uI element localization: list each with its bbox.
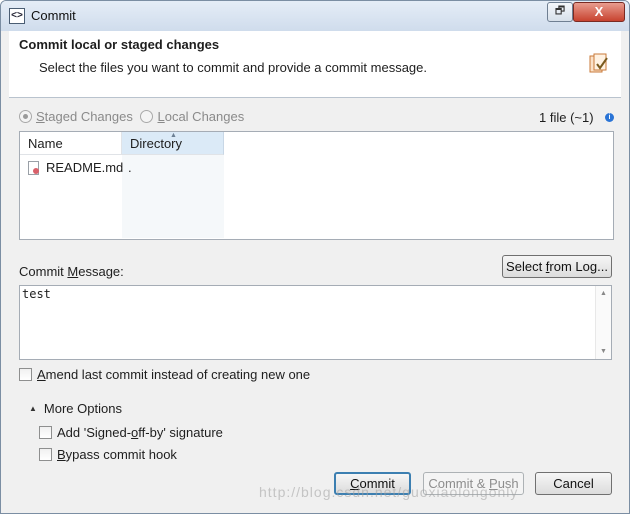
watermark-text: http://blog.csdn.net/guoxiaolongonly [259, 484, 519, 500]
file-name-cell: README.md [46, 160, 124, 175]
column-header-name[interactable]: Name [20, 132, 122, 155]
changed-files-table: Name ▲ Directory README.md . [19, 131, 614, 240]
signed-off-checkbox[interactable]: Add 'Signed-off-by' signature [39, 425, 223, 440]
more-options-label: More Options [43, 401, 122, 416]
dialog-header: Commit local or staged changes Select th… [9, 31, 621, 98]
commit-message-label: Commit Message: [19, 264, 124, 279]
staged-changes-radio[interactable]: Staged Changes [19, 109, 133, 124]
amend-label: Amend last commit instead of creating ne… [37, 367, 311, 382]
commit-banner-icon [589, 53, 608, 73]
file-count: 1 file (~1) [539, 110, 594, 125]
signed-off-label: Add 'Signed-off-by' signature [57, 425, 223, 440]
message-scrollbar[interactable]: ▲ ▼ [595, 286, 611, 359]
commit-message-input[interactable]: test ▲ ▼ [19, 285, 612, 360]
change-source-selector: Staged Changes Local Changes [19, 109, 248, 126]
commit-dialog: <> Commit 🗗 X Commit local or staged cha… [0, 0, 630, 514]
checkbox-unchecked-icon [39, 448, 52, 461]
local-changes-radio[interactable]: Local Changes [140, 109, 244, 124]
table-row[interactable]: README.md . [20, 159, 613, 177]
commit-message-text: test [22, 287, 51, 301]
checkbox-unchecked-icon [19, 368, 32, 381]
eclipse-app-icon: <> [9, 8, 25, 24]
select-from-log-button[interactable]: Select from Log... [502, 255, 612, 278]
radio-unselected-icon [140, 110, 154, 123]
local-changes-label: Local Changes [157, 109, 245, 124]
bypass-hook-label: Bypass commit hook [57, 447, 177, 462]
scroll-up-icon[interactable]: ▲ [600, 290, 607, 297]
header-title: Commit local or staged changes [19, 37, 220, 52]
scroll-down-icon[interactable]: ▼ [600, 348, 607, 355]
more-options-toggle[interactable]: ▲ More Options [29, 401, 122, 416]
sort-ascending-icon: ▲ [170, 132, 177, 139]
restore-button[interactable]: 🗗 [547, 2, 573, 22]
close-button[interactable]: X [573, 2, 625, 22]
checkbox-unchecked-icon [39, 426, 52, 439]
radio-selected-icon [19, 110, 32, 123]
column-header-directory[interactable]: ▲ Directory [122, 132, 224, 155]
bypass-hook-checkbox[interactable]: Bypass commit hook [39, 447, 177, 462]
amend-checkbox[interactable]: Amend last commit instead of creating ne… [19, 367, 310, 382]
header-description: Select the files you want to commit and … [39, 60, 428, 75]
info-icon[interactable]: i [605, 113, 614, 122]
expand-triangle-icon: ▲ [29, 404, 37, 413]
modified-file-icon [28, 161, 39, 175]
file-directory-cell: . [128, 160, 132, 175]
title-bar: <> Commit 🗗 X [1, 1, 629, 31]
staged-changes-label: Staged Changes [36, 109, 133, 124]
window-title: Commit [31, 8, 76, 23]
cancel-button[interactable]: Cancel [535, 472, 612, 495]
